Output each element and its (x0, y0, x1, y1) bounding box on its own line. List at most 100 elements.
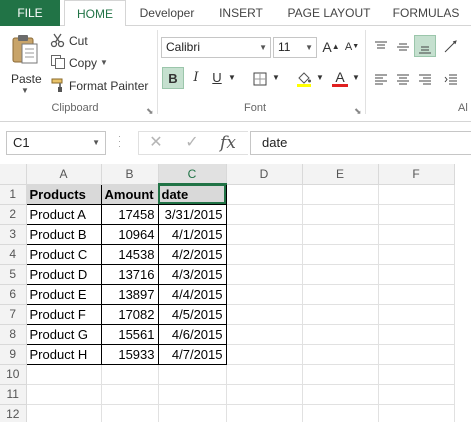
row-header[interactable]: 9 (0, 344, 27, 365)
tab-home[interactable]: HOME (64, 0, 126, 27)
cell[interactable] (226, 304, 303, 325)
font-size-select[interactable]: 11 ▼ (273, 37, 317, 58)
cell-date[interactable]: 4/6/2015 (157, 323, 227, 345)
cell-amount[interactable]: 10964 (100, 223, 159, 245)
cell[interactable] (378, 304, 455, 325)
cell[interactable] (302, 284, 379, 305)
tab-formulas[interactable]: FORMULAS (388, 0, 464, 26)
column-header-f[interactable]: F (378, 164, 455, 185)
cell-product[interactable]: Product G (25, 323, 102, 345)
align-left-button[interactable] (370, 67, 392, 89)
cell[interactable] (26, 364, 102, 385)
enter-check-icon[interactable]: ✓ (179, 132, 205, 154)
chevron-down-icon[interactable]: ▼ (92, 132, 100, 154)
row-header[interactable]: 1 (0, 184, 27, 205)
align-bottom-button[interactable] (414, 35, 436, 57)
cell[interactable] (302, 384, 379, 405)
underline-dropdown[interactable]: ▼ (228, 68, 236, 88)
cell[interactable] (302, 304, 379, 325)
cell-amount[interactable]: 13716 (100, 263, 159, 285)
tab-developer[interactable]: Developer (136, 0, 198, 26)
cell-a1[interactable]: Products (25, 183, 102, 205)
row-header[interactable]: 11 (0, 384, 27, 405)
formula-input[interactable]: date (250, 131, 471, 155)
cell[interactable] (302, 244, 379, 265)
cell[interactable] (226, 344, 303, 365)
cell-product[interactable]: Product F (25, 303, 102, 325)
column-header-e[interactable]: E (302, 164, 379, 185)
cell[interactable] (226, 264, 303, 285)
cell[interactable] (302, 364, 379, 385)
cut-button[interactable]: Cut (50, 30, 88, 50)
formula-bar-resize-handle[interactable]: · · · (118, 132, 122, 151)
cell-amount[interactable]: 17458 (100, 203, 159, 225)
cell-c1[interactable]: date (157, 183, 227, 205)
cell[interactable] (158, 364, 227, 385)
indent-button[interactable] (440, 67, 462, 89)
align-right-button[interactable] (414, 67, 436, 89)
cell[interactable] (226, 324, 303, 345)
align-center-button[interactable] (392, 67, 414, 89)
cell-amount[interactable]: 15561 (100, 323, 159, 345)
cell[interactable] (226, 184, 303, 205)
paste-button[interactable]: Paste ▼ (6, 32, 44, 98)
bold-button[interactable]: B (162, 67, 184, 89)
font-color-dropdown[interactable]: ▼ (352, 68, 360, 88)
row-header[interactable]: 7 (0, 304, 27, 325)
cell[interactable] (226, 204, 303, 225)
cell-date[interactable]: 4/4/2015 (157, 283, 227, 305)
cell[interactable] (26, 384, 102, 405)
chevron-down-icon[interactable]: ▼ (100, 58, 108, 67)
row-header[interactable]: 8 (0, 324, 27, 345)
column-header-c[interactable]: C (158, 164, 227, 185)
cell-date[interactable]: 4/5/2015 (157, 303, 227, 325)
cell[interactable] (226, 384, 303, 405)
cell[interactable] (302, 264, 379, 285)
cell-amount[interactable]: 15933 (100, 343, 159, 365)
cell[interactable] (302, 224, 379, 245)
cell[interactable] (226, 224, 303, 245)
column-header-b[interactable]: B (101, 164, 159, 185)
row-header[interactable]: 2 (0, 204, 27, 225)
underline-button[interactable]: U (206, 67, 228, 89)
cell-product[interactable]: Product C (25, 243, 102, 265)
cell[interactable] (302, 344, 379, 365)
cell[interactable] (378, 324, 455, 345)
cell[interactable] (158, 404, 227, 422)
cell[interactable] (378, 204, 455, 225)
cell-date[interactable]: 4/3/2015 (157, 263, 227, 285)
cell-product[interactable]: Product H (25, 343, 102, 365)
fill-color-button[interactable] (293, 67, 315, 89)
cell-product[interactable]: Product B (25, 223, 102, 245)
cell-b1[interactable]: Amount (100, 183, 159, 205)
cell[interactable] (378, 384, 455, 405)
cancel-icon[interactable]: ✕ (143, 132, 169, 154)
tab-file[interactable]: FILE (0, 0, 60, 26)
align-top-button[interactable] (370, 35, 392, 57)
align-middle-button[interactable] (392, 35, 414, 57)
chevron-down-icon[interactable]: ▼ (21, 86, 29, 95)
cell[interactable] (226, 404, 303, 422)
cell[interactable] (226, 364, 303, 385)
cell-product[interactable]: Product A (25, 203, 102, 225)
format-painter-button[interactable]: Format Painter (50, 75, 148, 95)
orientation-button[interactable] (440, 35, 462, 57)
cell[interactable] (226, 284, 303, 305)
cell-product[interactable]: Product D (25, 263, 102, 285)
cell[interactable] (226, 244, 303, 265)
font-color-button[interactable]: A (329, 66, 351, 88)
cell[interactable] (158, 384, 227, 405)
row-header[interactable]: 12 (0, 404, 27, 422)
cell-date[interactable]: 4/2/2015 (157, 243, 227, 265)
row-header[interactable]: 5 (0, 264, 27, 285)
cell[interactable] (378, 404, 455, 422)
cell[interactable] (302, 184, 379, 205)
italic-button[interactable]: I (185, 67, 207, 89)
name-box[interactable]: C1 ▼ (6, 131, 106, 155)
column-header-a[interactable]: A (26, 164, 102, 185)
column-header-d[interactable]: D (226, 164, 303, 185)
row-header[interactable]: 6 (0, 284, 27, 305)
cell[interactable] (378, 244, 455, 265)
borders-button[interactable] (249, 67, 271, 89)
row-header[interactable]: 10 (0, 364, 27, 385)
